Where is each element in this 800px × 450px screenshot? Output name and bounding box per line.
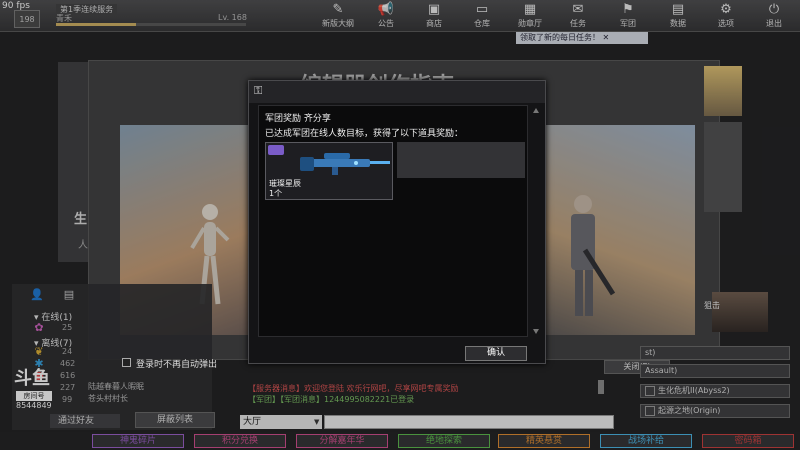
noshow-checkbox[interactable]: [122, 358, 131, 367]
reward-slot-empty: [397, 142, 525, 178]
dialog-header: [249, 81, 545, 103]
reward-quantity: 1个: [269, 189, 283, 198]
key-icon: ⚿: [254, 84, 263, 97]
noshow-label: 登录时不再自动弹出: [136, 360, 218, 370]
dialog-message: 已达成军团在线人数目标，获得了以下道具奖励：: [265, 129, 464, 139]
rarity-icon: [268, 145, 284, 155]
reward-item[interactable]: 璀璨星辰 1个: [265, 142, 393, 200]
dialog-scrollbar[interactable]: [532, 105, 540, 337]
confirm-button[interactable]: 确认: [465, 346, 527, 361]
legion-reward-dialog: ⚿ 军团奖励 齐分享 已达成军团在线人数目标，获得了以下道具奖励： 璀璨星辰 1…: [248, 80, 546, 364]
dialog-title: 军团奖励 齐分享: [265, 114, 331, 124]
rifle-icon: [300, 153, 390, 175]
dialog-content: 军团奖励 齐分享 已达成军团在线人数目标，获得了以下道具奖励： 璀璨星辰 1个: [258, 105, 528, 337]
